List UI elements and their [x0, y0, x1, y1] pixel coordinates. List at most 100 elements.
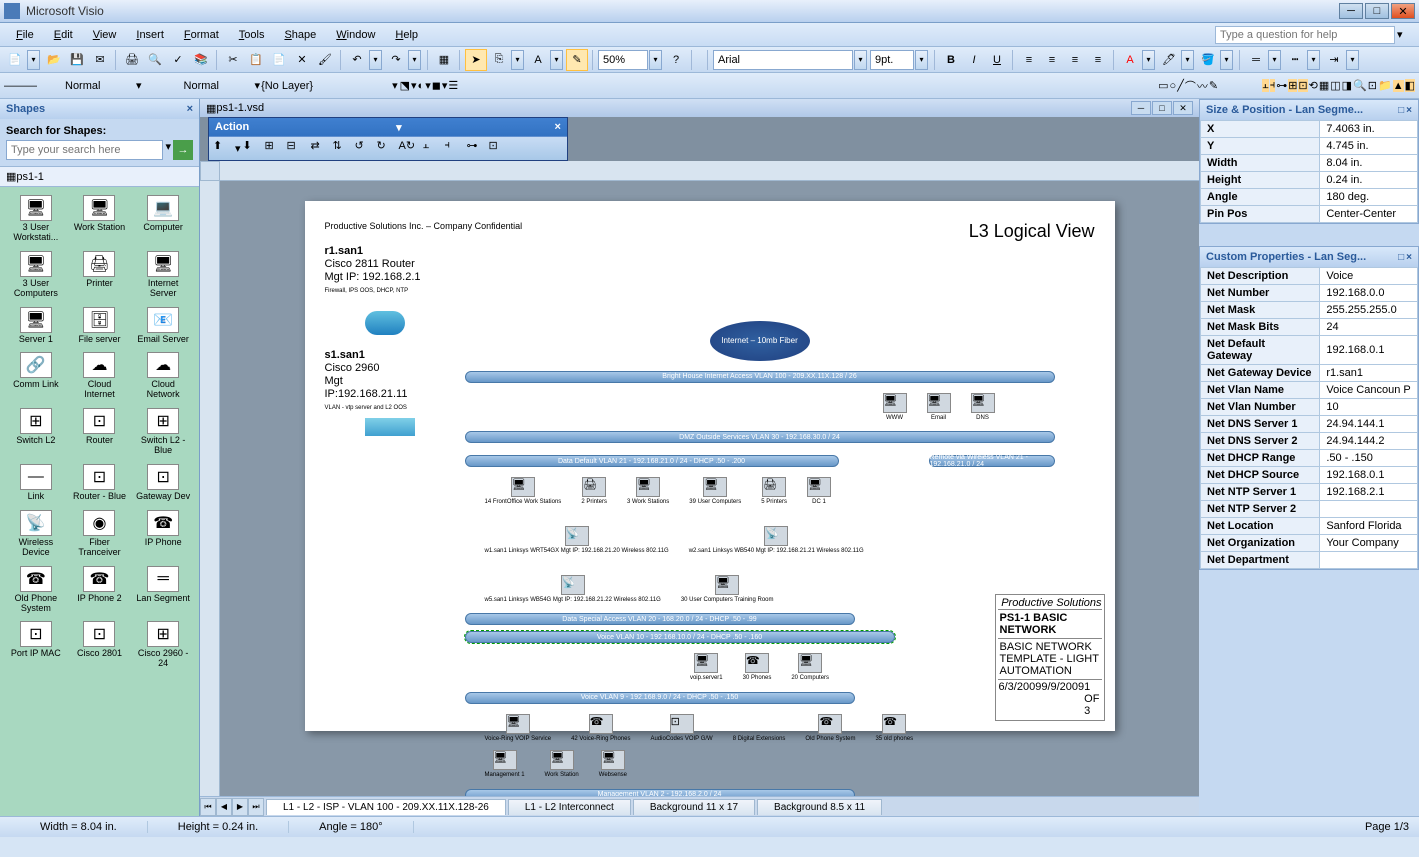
font-combo[interactable]: Arial [713, 50, 853, 70]
font-dropdown[interactable]: ▾ [854, 50, 867, 70]
italic-button[interactable]: I [963, 49, 985, 71]
tab-page-3[interactable]: Background 11 x 17 [633, 799, 755, 815]
device-oldphones35[interactable]: ☎35 old phones [875, 714, 913, 743]
bring-front-dropdown[interactable]: ▾ [235, 142, 241, 155]
shape-item[interactable]: ◉Fiber Tranceiver [70, 508, 130, 560]
shape-item[interactable]: ☁Cloud Internet [70, 350, 130, 402]
device-w5[interactable]: 📡w5.san1 Linksys WB54G Mgt IP: 192.168.2… [485, 575, 661, 604]
email-button[interactable]: ✉ [89, 49, 111, 71]
switch-icon[interactable] [365, 418, 415, 436]
research-button[interactable]: 📚 [190, 49, 212, 71]
device-dc1[interactable]: 🖥DC 1 [807, 477, 831, 506]
tab-first-button[interactable]: ⏮ [200, 798, 216, 816]
fragment-button[interactable]: ◨ [1342, 79, 1352, 92]
lay-out-button[interactable]: ⊡ [1298, 79, 1307, 92]
device-ws3[interactable]: 🖥3 Work Stations [627, 477, 669, 506]
device-www[interactable]: 🖥WWW [883, 393, 907, 422]
shape-item[interactable]: ⊡Router [70, 406, 130, 458]
tab-page-2[interactable]: L1 - L2 Interconnect [508, 799, 631, 815]
shape-item[interactable]: ⊡Cisco 2801 [70, 619, 130, 671]
shape-item[interactable]: —Link [6, 462, 66, 504]
arc-tool-button[interactable]: ⌒ [1185, 78, 1196, 94]
shape-item[interactable]: ☎IP Phone 2 [70, 564, 130, 616]
align-button[interactable]: ⫠ [423, 139, 443, 159]
connect-shapes-button[interactable]: ⊶ [1276, 79, 1287, 92]
shape-item[interactable]: 🖥Internet Server [133, 249, 193, 301]
device-mgmt1[interactable]: 🖥Management 1 [485, 750, 525, 779]
prop-value[interactable]: 24 [1320, 319, 1418, 336]
save-button[interactable]: 💾 [66, 49, 88, 71]
prop-value[interactable]: 192.168.0.1 [1320, 336, 1418, 365]
line-pattern-dropdown[interactable]: ▾ [1307, 50, 1320, 70]
menu-edit[interactable]: Edit [44, 26, 83, 44]
shapes-stencil-tab[interactable]: ▦ ps1-1 [0, 167, 199, 187]
segment-special[interactable]: Data Special Access VLAN 20 - 168.20.0 /… [465, 613, 855, 625]
device-websense[interactable]: 🖥Websense [599, 750, 627, 779]
device-audiocodes[interactable]: ⊡AudioCodes VOIP G/W [650, 714, 712, 743]
transparency-button[interactable]: ◐ [418, 80, 425, 92]
menu-insert[interactable]: Insert [126, 26, 174, 44]
reroute-button[interactable]: ⟲ [1309, 79, 1318, 92]
menu-window[interactable]: Window [326, 26, 385, 44]
format-painter-button[interactable]: 🖌 [314, 49, 336, 71]
print-preview-button[interactable]: 🔍 [144, 49, 166, 71]
pencil-tool-button[interactable]: ✎ [1209, 79, 1218, 92]
prop-value[interactable]: 180 deg. [1320, 189, 1418, 206]
segment-mgmt[interactable]: Management VLAN 2 - 192.168.2.0 / 24 [465, 789, 855, 796]
props-panel-restore-icon[interactable]: □ [1398, 252, 1404, 263]
ruler-vertical[interactable] [200, 181, 220, 796]
device-voipsrv[interactable]: 🖥voip.server1 [690, 653, 723, 682]
device-dns[interactable]: 🖥DNS [971, 393, 995, 422]
rotate-right-button[interactable]: ↻ [377, 139, 397, 159]
prop-value[interactable]: 255.255.255.0 [1320, 302, 1418, 319]
fill-color-button[interactable]: 🪣 [1197, 49, 1219, 71]
connector-dropdown[interactable]: ▾ [511, 50, 524, 70]
line-pattern-button[interactable]: ┅ [1284, 49, 1306, 71]
segment-voice[interactable]: Voice VLAN 10 - 192.168.10.0 / 24 - DHCP… [465, 631, 895, 643]
shape-item[interactable]: 📧Email Server [133, 305, 193, 347]
drawing-canvas[interactable]: Productive Solutions Inc. – Company Conf… [305, 201, 1115, 731]
device-w1[interactable]: 📡w1.san1 Linksys WRT54GX Mgt IP: 192.168… [485, 526, 669, 555]
align-right-button[interactable]: ≡ [1064, 49, 1086, 71]
pointer-tool-button[interactable]: ➤ [465, 49, 487, 71]
size-position-button[interactable]: ◧ [1405, 79, 1415, 92]
prop-value[interactable] [1320, 552, 1418, 569]
internet-cloud-icon[interactable]: Internet – 10mb Fiber [710, 321, 810, 361]
align-shapes-button[interactable]: ⫠ [1262, 79, 1269, 92]
shape-item[interactable]: 🖥Server 1 [6, 305, 66, 347]
tab-last-button[interactable]: ⏭ [248, 798, 264, 816]
ellipse-tool-button[interactable]: ○ [1170, 80, 1177, 92]
ink-tool-button[interactable]: ✎ [566, 49, 588, 71]
line-color-dropdown[interactable]: ▾ [1181, 50, 1194, 70]
align-left-button[interactable]: ≡ [1018, 49, 1040, 71]
flip-v-button[interactable]: ⇅ [333, 139, 353, 159]
shape-item[interactable]: 💻Computer [133, 193, 193, 245]
line-tool-button[interactable]: ╱ [1177, 79, 1184, 92]
device-vrphones[interactable]: ☎42 Voice-Ring Phones [571, 714, 630, 743]
shape-item[interactable]: ☁Cloud Network [133, 350, 193, 402]
connector-tool-button[interactable]: ⎘ [488, 49, 510, 71]
doc-close-button[interactable]: ✕ [1173, 101, 1193, 115]
copy-button[interactable]: 📋 [245, 49, 267, 71]
shape-item[interactable]: 🖥3 User Workstati... [6, 193, 66, 245]
prop-value[interactable]: 192.168.0.0 [1320, 285, 1418, 302]
open-button[interactable]: 📂 [43, 49, 65, 71]
distribute-button[interactable]: ⫞ [1270, 79, 1276, 92]
device-email[interactable]: 🖥Email [927, 393, 951, 422]
corner-dropdown[interactable]: ▾ [411, 79, 417, 92]
connect-button[interactable]: ⊶ [467, 139, 487, 159]
search-dropdown[interactable]: ▾ [165, 140, 171, 160]
prop-value[interactable]: 192.168.2.1 [1320, 484, 1418, 501]
tab-next-button[interactable]: ▶ [232, 798, 248, 816]
redo-dropdown[interactable]: ▾ [408, 50, 421, 70]
rectangle-tool-button[interactable]: ▭ [1158, 79, 1168, 92]
layout-button[interactable]: ⊡ [489, 139, 509, 159]
device-phones30[interactable]: ☎30 Phones [743, 653, 772, 682]
tab-prev-button[interactable]: ◀ [216, 798, 232, 816]
prop-value[interactable]: 7.4063 in. [1320, 121, 1418, 138]
zoom-button[interactable]: 🔍 [1353, 79, 1367, 92]
prop-value[interactable]: Your Company [1320, 535, 1418, 552]
doc-minimize-button[interactable]: ─ [1131, 101, 1151, 115]
freeform-tool-button[interactable]: 〰 [1197, 78, 1208, 94]
layer-properties-button[interactable]: ☰ [448, 79, 458, 92]
